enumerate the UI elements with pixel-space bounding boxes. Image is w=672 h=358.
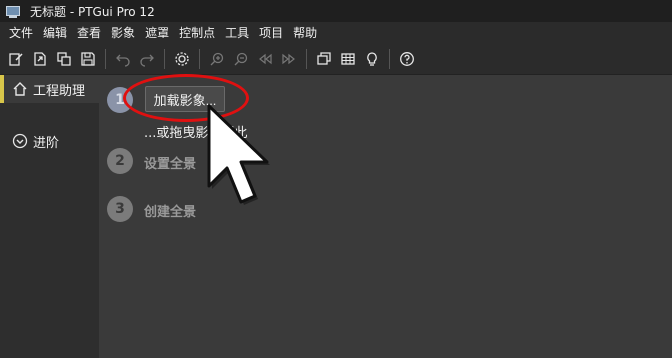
toolbar xyxy=(0,44,672,75)
settings-icon[interactable] xyxy=(171,48,193,70)
lightbulb-icon[interactable] xyxy=(361,48,383,70)
new-project-icon[interactable] xyxy=(5,48,27,70)
toolbar-separator xyxy=(306,49,307,69)
panorama-editor-icon[interactable] xyxy=(313,48,335,70)
window-title: 无标题 - PTGui Pro 12 xyxy=(30,4,155,19)
table-icon[interactable] xyxy=(337,48,359,70)
mouse-pointer-icon xyxy=(207,104,270,205)
sidebar-item-project-assistant[interactable]: 工程助理 xyxy=(0,75,99,103)
step-2-badge: 2 xyxy=(107,148,133,174)
step-2-label: 设置全景 xyxy=(144,157,197,172)
title-bar: 无标题 - PTGui Pro 12 xyxy=(0,0,672,22)
toolbar-separator xyxy=(105,49,106,69)
sidebar-item-advanced[interactable]: 进阶 xyxy=(0,127,99,155)
menu-file[interactable]: 文件 xyxy=(4,22,38,44)
help-icon[interactable] xyxy=(396,48,418,70)
open-project-icon[interactable] xyxy=(29,48,51,70)
step-3-label: 创建全景 xyxy=(144,205,197,220)
app-icon xyxy=(6,5,20,18)
menu-images[interactable]: 影象 xyxy=(106,22,140,44)
step-3-badge: 3 xyxy=(107,196,133,222)
previous-icon[interactable] xyxy=(254,48,276,70)
redo-icon[interactable] xyxy=(136,48,158,70)
chevron-down-circle-icon xyxy=(12,133,28,149)
save-icon[interactable] xyxy=(77,48,99,70)
menu-project[interactable]: 项目 xyxy=(254,22,288,44)
zoom-out-icon[interactable] xyxy=(230,48,252,70)
toolbar-separator xyxy=(199,49,200,69)
menu-control-points[interactable]: 控制点 xyxy=(174,22,220,44)
sidebar: 工程助理 进阶 xyxy=(0,75,99,358)
menu-view[interactable]: 查看 xyxy=(72,22,106,44)
menu-help[interactable]: 帮助 xyxy=(288,22,322,44)
zoom-in-icon[interactable] xyxy=(206,48,228,70)
toolbar-separator xyxy=(164,49,165,69)
copy-icon[interactable] xyxy=(53,48,75,70)
next-icon[interactable] xyxy=(278,48,300,70)
home-icon xyxy=(12,81,28,97)
menu-bar: 文件 编辑 查看 影象 遮罩 控制点 工具 项目 帮助 xyxy=(0,22,672,44)
menu-mask[interactable]: 遮罩 xyxy=(140,22,174,44)
menu-tools[interactable]: 工具 xyxy=(220,22,254,44)
sidebar-item-label: 进阶 xyxy=(33,135,60,151)
sidebar-item-label: 工程助理 xyxy=(33,83,86,99)
undo-icon[interactable] xyxy=(112,48,134,70)
menu-edit[interactable]: 编辑 xyxy=(38,22,72,44)
toolbar-separator xyxy=(389,49,390,69)
